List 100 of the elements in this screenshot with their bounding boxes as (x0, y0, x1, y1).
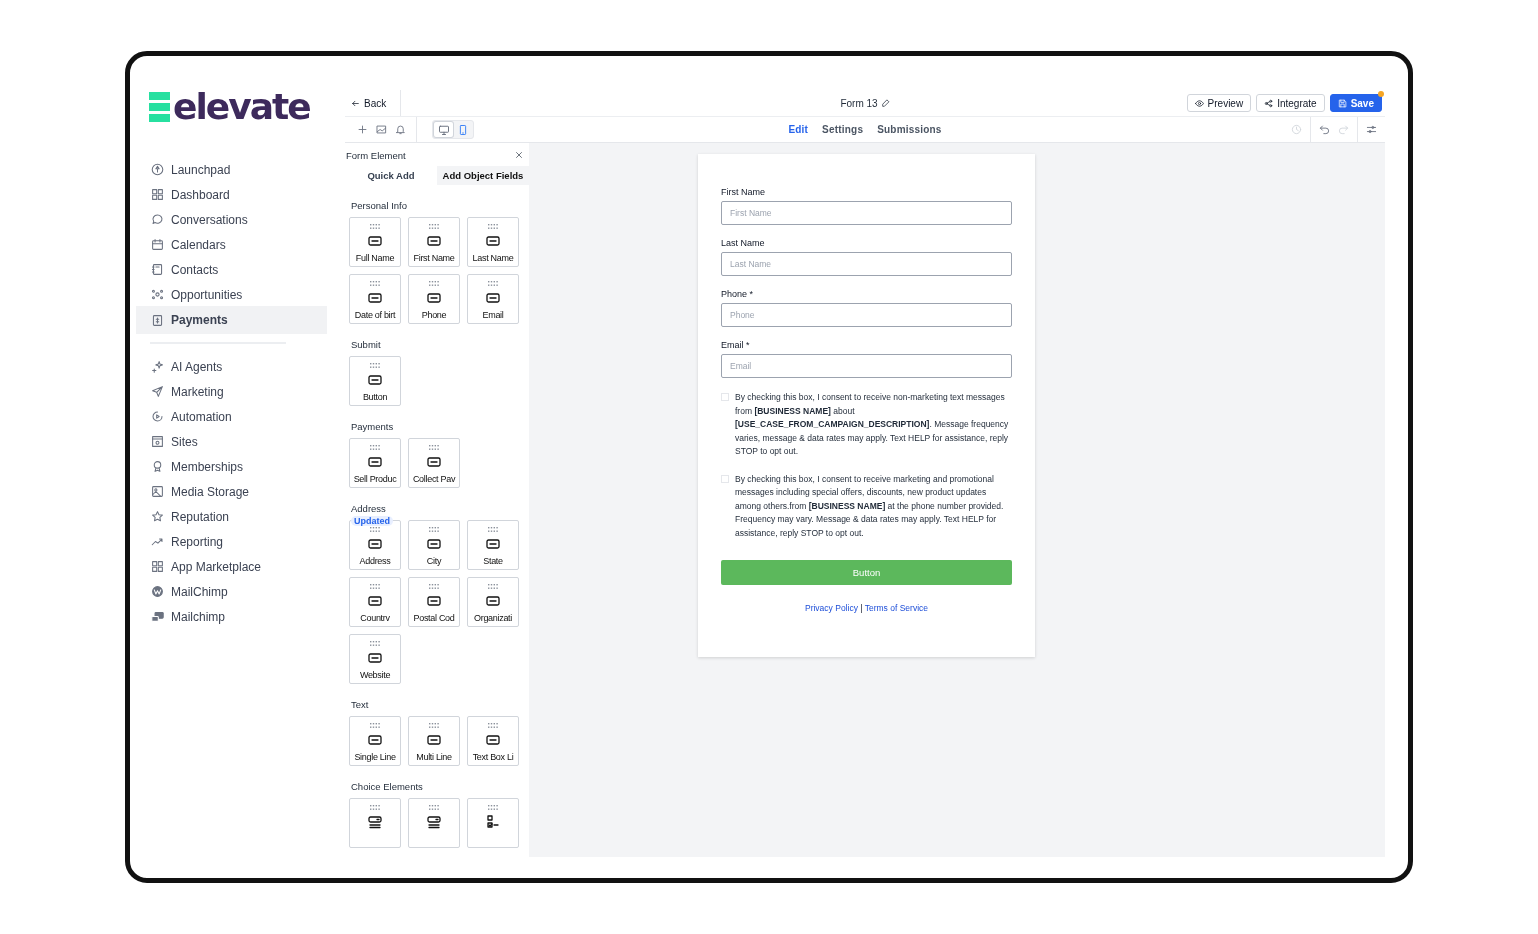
footer-link[interactable]: Privacy Policy (805, 603, 858, 613)
field-type-card[interactable]: Date of birt (349, 274, 401, 324)
sidebar-item[interactable]: Reputation (130, 504, 327, 529)
field-label: Email * (721, 340, 751, 350)
sidebar-item[interactable]: Sites (130, 429, 327, 454)
field-type-label: Text Box Li (472, 752, 514, 762)
drag-grip-icon (429, 224, 439, 229)
section-heading: Address (350, 502, 387, 516)
sidebar-item[interactable]: Conversations (130, 207, 327, 232)
field-type-card[interactable] (408, 798, 460, 848)
field-type-card[interactable]: Sell Produc (349, 438, 401, 488)
drag-grip-icon (370, 224, 380, 229)
field-type-card[interactable]: City (408, 520, 460, 570)
sidebar-item[interactable]: Automation (130, 404, 327, 429)
sidebar-item[interactable]: Opportunities (130, 282, 327, 307)
close-button[interactable] (515, 151, 523, 159)
back-button[interactable]: Back (345, 90, 402, 116)
field-type-card[interactable]: State (467, 520, 519, 570)
field-type-card[interactable]: Text Box Li (467, 716, 519, 766)
field-type-card[interactable]: Website (349, 634, 401, 684)
logo-text: elevate (173, 89, 310, 125)
field-type-label: Postal Cod (413, 613, 455, 623)
field-type-icon (426, 454, 442, 470)
drag-grip-icon (370, 584, 380, 589)
text-input-field[interactable]: Email (721, 354, 1012, 378)
save-button[interactable]: Save (1329, 94, 1382, 112)
field-type-icon (426, 233, 442, 249)
ribbon-badge-icon (151, 460, 164, 473)
field-type-icon (485, 536, 501, 552)
drag-grip-icon (488, 527, 498, 532)
drag-grip-icon (370, 281, 380, 286)
field-type-card[interactable]: Organizati (467, 577, 519, 627)
field-type-card[interactable]: Phone (408, 274, 460, 324)
text-input-field[interactable]: Phone (721, 303, 1012, 327)
sidebar-item[interactable]: MailChimp (130, 579, 327, 604)
drag-grip-icon (429, 805, 439, 810)
field-type-label: Countrv (360, 613, 390, 623)
field-type-label: City (426, 556, 442, 566)
star-icon (151, 510, 164, 523)
field-type-label: Button (362, 392, 388, 402)
sidebar-item[interactable]: AI Agents (130, 354, 327, 379)
field-type-label: Multi Line (416, 752, 452, 762)
field-type-label: Phone (421, 310, 447, 320)
dropdown-field-icon (367, 814, 383, 830)
field-type-icon (367, 650, 383, 666)
receipt-icon (151, 313, 164, 327)
text-input-field[interactable]: First Name (721, 201, 1012, 225)
field-type-card[interactable]: Full Name (349, 217, 401, 267)
field-type-label: Email (482, 310, 504, 320)
drag-grip-icon (370, 805, 380, 810)
field-type-card[interactable] (349, 798, 401, 848)
sidebar-item[interactable]: Calendars (130, 232, 327, 257)
field-type-card[interactable]: Collect Pav (408, 438, 460, 488)
consent-checkbox[interactable] (721, 474, 729, 483)
bell-icon (395, 124, 406, 135)
desktop-view-button[interactable] (434, 122, 453, 137)
drag-grip-icon (488, 281, 498, 286)
field-type-card[interactable] (467, 798, 519, 848)
field-type-card[interactable]: First Name (408, 217, 460, 267)
sidebar-item[interactable]: Contacts (130, 257, 327, 282)
field-type-card[interactable]: Last Name (467, 217, 519, 267)
drag-grip-icon (370, 445, 380, 450)
footer-link[interactable]: Terms of Service (864, 603, 928, 613)
plus-icon (357, 124, 368, 135)
field-label: Last Name (721, 238, 766, 248)
field-type-icon (367, 593, 383, 609)
drag-grip-icon (488, 584, 498, 589)
sidebar-item[interactable]: Launchpad (130, 157, 327, 182)
consent-checkbox[interactable] (721, 393, 729, 401)
sidebar-item[interactable]: Media Storage (130, 479, 327, 504)
share-nodes-icon (1264, 98, 1274, 108)
field-type-card[interactable]: Multi Line (408, 716, 460, 766)
field-type-card[interactable]: Postal Cod (408, 577, 460, 627)
sidebar-item[interactable]: Reporting (130, 529, 327, 554)
integrate-button[interactable]: Integrate (1256, 94, 1325, 112)
field-type-card[interactable]: Email (467, 274, 519, 324)
field-type-icon (485, 593, 501, 609)
editor-tab[interactable]: Edit (788, 124, 809, 135)
drag-grip-icon (488, 805, 498, 810)
sidebar-item[interactable]: Mailchimp (130, 604, 327, 629)
text-input-field[interactable]: Last Name (721, 252, 1012, 276)
sidebar-item[interactable]: Memberships (130, 454, 327, 479)
consent-text: By checking this box, I consent to receive marketing and promotional messages including special offers, discounts, new product updates among others.from [BUSINESS NAME] at the phone number provided. Frequency may vary. Message & data rates may apply. Text HELP for assistance, reply STOP to opt out. (735, 472, 1005, 540)
editor-tab[interactable]: Submissions (877, 124, 942, 135)
sidebar-item[interactable]: Payments (136, 306, 327, 334)
section-heading: Submit (350, 338, 382, 352)
sidebar-item[interactable]: Marketing (130, 379, 327, 404)
updated-badge: Updated (351, 516, 393, 526)
card-envelope-icon (151, 610, 164, 623)
preview-button[interactable]: Preview (1186, 94, 1252, 112)
section-heading: Choice Elements (350, 780, 424, 794)
editor-tab[interactable]: Settings (822, 124, 864, 135)
form-title: Form 13 (840, 97, 878, 109)
drag-grip-icon (370, 527, 380, 532)
sidebar-item[interactable]: App Marketplace (130, 554, 327, 579)
field-type-card[interactable]: Button (349, 356, 401, 406)
field-type-card[interactable]: Countrv (349, 577, 401, 627)
field-type-card[interactable]: Single Line (349, 716, 401, 766)
sidebar-item[interactable]: Dashboard (130, 182, 327, 207)
panel-tab[interactable]: Quick Add (345, 166, 437, 185)
